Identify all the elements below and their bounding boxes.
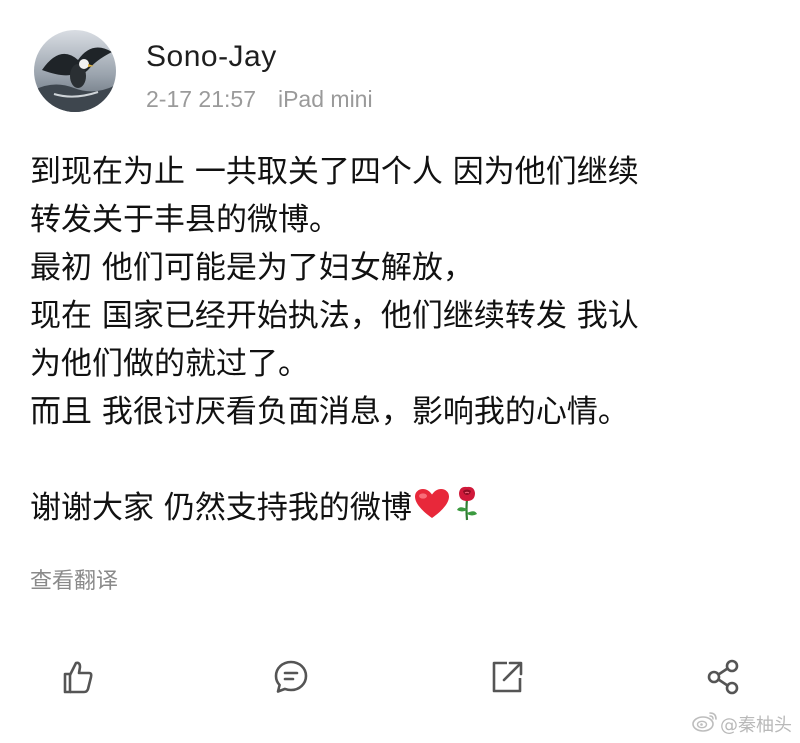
action-bar bbox=[0, 652, 800, 702]
rose-emoji-icon bbox=[452, 485, 482, 535]
post-device: iPad mini bbox=[277, 86, 373, 112]
comment-icon bbox=[274, 660, 308, 693]
post-line: 而且 我很讨厌看负面消息，影响我的心情。 bbox=[30, 394, 629, 430]
post-line: 为他们做的就过了。 bbox=[30, 346, 309, 382]
post-meta: 2-17 21:57 iPad mini bbox=[146, 86, 373, 113]
post-line-blank bbox=[30, 436, 770, 484]
share-icon bbox=[492, 661, 523, 693]
watermark: @秦柚头 bbox=[692, 710, 792, 737]
share-network-button[interactable] bbox=[698, 652, 748, 702]
post-line: 谢谢大家 仍然支持我的微博 bbox=[30, 490, 412, 526]
author-name[interactable]: Sono-Jay bbox=[146, 40, 277, 74]
repost-button[interactable] bbox=[482, 652, 532, 702]
avatar[interactable] bbox=[34, 30, 116, 112]
view-translation-link[interactable]: 查看翻译 bbox=[30, 563, 118, 595]
weibo-logo-icon bbox=[692, 710, 718, 737]
post-line: 现在 国家已经开始执法，他们继续转发 我认 bbox=[30, 298, 639, 334]
eagle-avatar-icon bbox=[34, 30, 116, 112]
heart-emoji-icon bbox=[414, 486, 450, 534]
share-network-icon bbox=[707, 659, 739, 695]
post-timestamp: 2-17 21:57 bbox=[146, 86, 256, 112]
post-line: 转发关于丰县的微博。 bbox=[30, 202, 340, 238]
watermark-text: @秦柚头 bbox=[720, 714, 792, 736]
post-text: 到现在为止 一共取关了四个人 因为他们继续 转发关于丰县的微博。 最初 他们可能… bbox=[30, 148, 770, 532]
weibo-post-page: Sono-Jay 2-17 21:57 iPad mini 到现在为止 一共取关了… bbox=[0, 0, 800, 743]
comment-button[interactable] bbox=[266, 652, 316, 702]
post-line-final: 谢谢大家 仍然支持我的微博 bbox=[30, 484, 770, 532]
post-line: 最初 他们可能是为了妇女解放， bbox=[30, 250, 474, 286]
post-line: 到现在为止 一共取关了四个人 因为他们继续 bbox=[30, 154, 639, 190]
like-button[interactable] bbox=[52, 652, 102, 702]
thumbs-up-icon bbox=[63, 661, 93, 694]
